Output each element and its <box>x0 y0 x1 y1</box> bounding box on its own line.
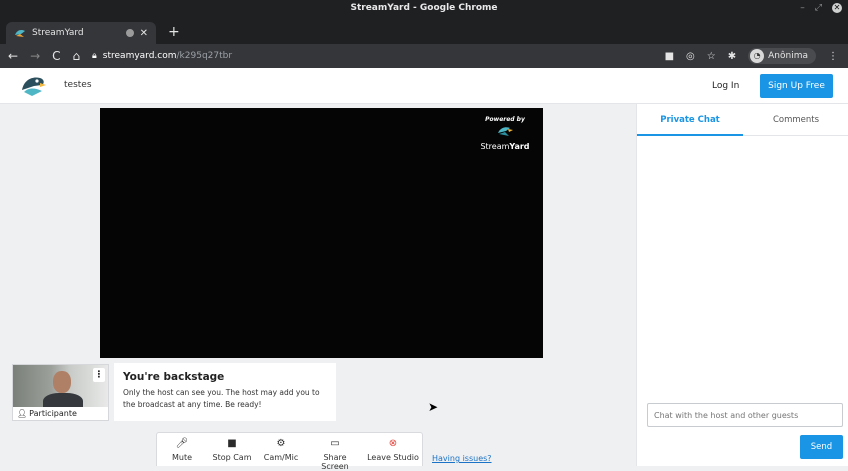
powered-by-text: Powered by <box>485 116 525 123</box>
sidebar-tabs: Private Chat Comments <box>637 104 848 136</box>
menu-kebab-icon[interactable]: ⋮ <box>828 51 838 62</box>
share-screen-button[interactable]: ▭ Share Screen <box>309 438 361 471</box>
participant-label: 👤︎ Participante <box>17 409 77 418</box>
url-path: /k295q27tbr <box>176 51 233 61</box>
toolbar-right: ■ ◎ ☆ ✱ ◔ Anônima ⋮ <box>665 47 838 65</box>
window-titlebar: StreamYard - Google Chrome – ⤢ ✕ <box>0 0 848 16</box>
profile-name: Anônima <box>768 51 808 61</box>
monitor-icon: ▭ <box>330 438 340 449</box>
gear-icon: ⚙ <box>276 438 286 449</box>
close-window-icon[interactable]: ✕ <box>832 3 842 13</box>
window-controls: – ⤢ ✕ <box>800 0 842 16</box>
browser-tab-streamyard[interactable]: StreamYard ✕ <box>6 22 156 44</box>
browser-toolbar: ← → C ⌂ 🔒︎ streamyard.com/k295q27tbr ■ ◎… <box>0 44 848 68</box>
participant-menu-icon[interactable]: ⋮ <box>93 368 105 382</box>
mute-label: Mute <box>171 453 193 462</box>
share-screen-label: Share Screen <box>321 453 349 471</box>
leave-studio-button[interactable]: ⊗ Leave Studio <box>367 438 419 462</box>
back-icon[interactable]: ← <box>8 49 18 63</box>
leave-studio-label: Leave Studio <box>367 453 419 462</box>
microphone-icon: 🎤︎ <box>175 438 189 449</box>
nav-buttons: ← → C ⌂ <box>8 49 80 63</box>
streamyard-logo-small-icon <box>498 127 513 136</box>
studio-controls: 🎤︎ Mute ■ Stop Cam ⚙ Cam/Mic ▭ Share Scr… <box>156 432 423 471</box>
having-issues-link[interactable]: Having issues? <box>432 454 492 463</box>
url-host: streamyard.com <box>102 51 177 61</box>
backstage-message: You're backstage Only the host can see y… <box>114 363 336 421</box>
login-link[interactable]: Log In <box>712 81 739 91</box>
send-button[interactable]: Send <box>800 435 843 459</box>
reload-icon[interactable]: C <box>52 49 60 63</box>
tab-title: StreamYard <box>32 28 84 38</box>
mouse-pointer-icon: ➤ <box>428 400 439 414</box>
star-icon[interactable]: ☆ <box>707 51 716 62</box>
participant-tile[interactable]: ⋮ 👤︎ Participante <box>12 364 109 421</box>
signup-button[interactable]: Sign Up Free <box>760 74 833 98</box>
cam-mic-settings-button[interactable]: ⚙ Cam/Mic <box>263 438 299 462</box>
backstage-line-1: Only the host can see you. The host may … <box>123 388 320 397</box>
mute-button[interactable]: 🎤︎ Mute <box>169 438 195 462</box>
new-tab-icon[interactable]: + <box>168 24 180 40</box>
chat-input[interactable] <box>647 403 843 427</box>
app-header: testes Log In Sign Up Free <box>0 68 848 104</box>
participant-camera-feed: ⋮ <box>13 365 108 407</box>
backstage-line-2: the broadcast at any time. Be ready! <box>123 400 262 409</box>
extensions-icon[interactable]: ✱ <box>728 51 736 62</box>
tab-close-icon[interactable]: ✕ <box>140 28 148 39</box>
cam-mic-label: Cam/Mic <box>263 453 299 462</box>
eye-off-icon[interactable]: ◎ <box>686 51 695 62</box>
streamyard-wordmark: StreamYard <box>480 142 530 151</box>
address-bar[interactable]: 🔒︎ streamyard.com/k295q27tbr <box>88 47 700 65</box>
tab-strip: StreamYard ✕ + <box>0 16 848 44</box>
backstage-title: You're backstage <box>123 371 225 383</box>
user-icon: 👤︎ <box>17 409 28 418</box>
broadcast-stage: Powered by StreamYard <box>100 108 543 358</box>
incognito-avatar-icon: ◔ <box>750 49 765 63</box>
maximize-icon[interactable]: ⤢ <box>815 0 822 16</box>
window-title: StreamYard - Google Chrome <box>350 3 498 13</box>
participant-name: Participante <box>29 409 77 418</box>
camera-in-use-icon[interactable]: ■ <box>665 51 674 62</box>
powered-by-badge: Powered by StreamYard <box>475 116 535 151</box>
streamyard-logo-icon[interactable] <box>20 74 46 98</box>
studio-name: testes <box>64 80 92 90</box>
stop-cam-label: Stop Cam <box>212 453 252 462</box>
stop-cam-button[interactable]: ■ Stop Cam <box>211 438 253 462</box>
profile-button[interactable]: ◔ Anônima <box>748 48 816 64</box>
tab-comments[interactable]: Comments <box>743 104 848 136</box>
lock-icon: 🔒︎ <box>92 51 97 61</box>
home-icon[interactable]: ⌂ <box>73 49 81 63</box>
streamyard-favicon-icon <box>15 30 25 37</box>
tab-private-chat[interactable]: Private Chat <box>637 104 743 136</box>
chat-sidebar: Private Chat Comments Send <box>636 104 848 466</box>
camera-icon: ■ <box>227 438 237 449</box>
recording-indicator-icon <box>125 29 134 37</box>
close-circle-icon: ⊗ <box>388 438 398 449</box>
forward-icon[interactable]: → <box>30 49 40 63</box>
minimize-icon[interactable]: – <box>800 0 805 16</box>
